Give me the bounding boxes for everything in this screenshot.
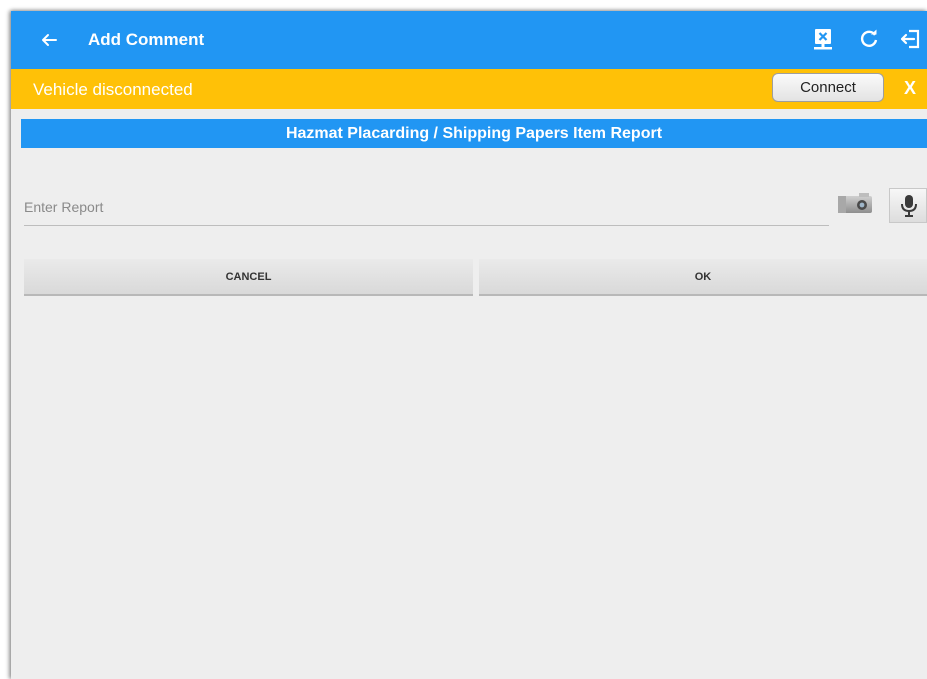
app-bar: Add Comment [11,11,927,69]
cancel-button[interactable]: CANCEL [24,259,473,296]
refresh-icon[interactable] [857,27,881,51]
camera-icon[interactable] [835,191,875,215]
report-input[interactable] [24,188,829,226]
ok-button[interactable]: OK [479,259,927,296]
voice-input-button[interactable] [889,188,927,223]
microphone-icon [901,195,917,217]
back-arrow-icon[interactable] [38,29,60,51]
disconnected-device-icon[interactable] [811,27,835,51]
report-title: Hazmat Placarding / Shipping Papers Item… [21,119,927,148]
connect-button[interactable]: Connect [772,73,884,102]
vehicle-status-banner: Vehicle disconnected Connect X [11,69,927,109]
page-title: Add Comment [88,30,205,49]
close-banner-button[interactable]: X [904,78,916,99]
logout-icon[interactable] [898,27,922,51]
app-window: Add Comment Vehicle disconnected Connect [11,11,927,679]
vehicle-status-text: Vehicle disconnected [33,80,193,99]
